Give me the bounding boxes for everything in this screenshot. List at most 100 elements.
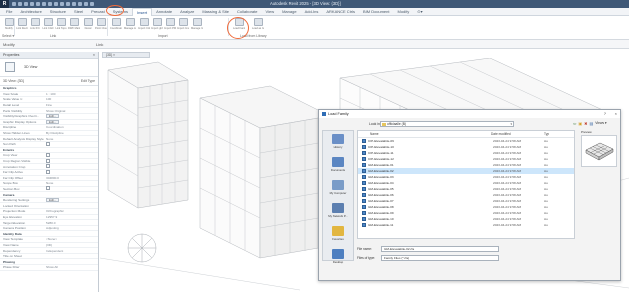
checkbox[interactable] [46,158,50,163]
back-icon[interactable]: ⇦ [573,121,576,126]
property-value[interactable]: Orthographic [46,209,98,213]
help-icon[interactable]: ? [604,111,606,116]
redo-icon[interactable] [36,2,40,6]
property-value[interactable]: None [46,137,98,141]
file-type-dropdown[interactable]: Family Files (*.rfa) [381,255,499,261]
print-icon[interactable] [42,2,46,6]
checkbox[interactable] [46,164,50,169]
section-icon[interactable] [78,2,82,6]
place-item[interactable]: Documents [323,157,353,177]
tag-icon[interactable] [60,2,64,6]
file-type: Au [544,193,548,197]
ribbon-tab[interactable]: BIM Document [359,8,393,16]
ribbon-tab[interactable]: Collaborate [233,8,261,16]
column-date[interactable]: Date modified [463,132,538,136]
place-item[interactable]: Desktop [323,249,353,269]
measure-icon[interactable] [48,2,52,6]
place-item[interactable]: History [323,134,353,154]
delete-icon[interactable]: ✖ [584,121,587,126]
dialog-close-icon[interactable]: × [615,111,617,116]
ribbon-button[interactable]: Import PDF [164,18,176,32]
checkbox[interactable] [46,152,50,157]
ribbon-tab[interactable]: Steel [70,8,87,16]
look-in-dropdown[interactable]: ufficiaalle (B) ▾ [380,121,514,127]
property-value[interactable]: {3D} [46,243,98,247]
ribbon-button[interactable]: Import CAD [138,18,150,32]
ribbon-tab[interactable]: Modify [393,8,413,16]
ribbon-button[interactable]: Coordination [110,18,122,32]
up-folder-icon[interactable]: ▣ [578,121,582,126]
ribbon-button[interactable]: Link CAD [42,18,54,32]
ribbon-tab[interactable]: File [2,8,16,16]
file-list[interactable]: Name Date modified Typ CIP-Elevatabile-0… [357,130,575,239]
property-value[interactable]: 100 [46,97,98,101]
property-value[interactable]: Show All [46,265,98,269]
property-value[interactable]: 5280.0 [46,221,98,225]
close-windows-icon[interactable] [90,2,94,6]
ribbon-button[interactable]: Link IFC [29,18,41,32]
ribbon-button[interactable]: Point Cloud [95,18,107,32]
ribbon-tab[interactable]: Massing & Site [198,8,233,16]
property-value[interactable]: Independent [46,249,98,253]
ribbon-tab[interactable]: Annotate [152,8,176,16]
type-selector[interactable]: 3D View [0,59,98,77]
property-value[interactable]: 1 : 100 [46,92,98,96]
checkbox[interactable] [46,186,50,191]
checkbox[interactable] [46,141,50,146]
dimension-icon[interactable] [54,2,58,6]
ribbon-tab[interactable]: Insert [132,7,153,16]
ribbon-button[interactable]: Import gbXML [151,18,163,32]
3d-view-icon[interactable] [72,2,76,6]
save-icon[interactable] [18,2,22,6]
property-value[interactable]: Show Original [46,109,98,113]
property-value[interactable]: Coordination [46,125,98,129]
ribbon-tab[interactable]: ARKANCE Ctrls [322,8,359,16]
ribbon-button[interactable]: Import Image [177,18,189,32]
column-type[interactable]: Typ [538,132,568,136]
ribbon-tab[interactable]: ⊙▾ [413,8,426,16]
ribbon-button[interactable]: DWF Markup [68,18,80,32]
properties-close-icon[interactable]: × [93,53,95,57]
column-name[interactable]: Name [358,132,463,136]
new-folder-icon[interactable]: ▤ [590,121,594,126]
ribbon-button[interactable]: Link Topo [55,18,67,32]
ribbon-button[interactable]: Decal [82,18,94,32]
property-value[interactable]: None [46,181,98,185]
property-value[interactable]: <None> [46,237,98,241]
ribbon-tab[interactable]: Architecture [16,8,45,16]
thin-lines-icon[interactable] [84,2,88,6]
property-value[interactable]: 304800.0 [46,176,98,180]
ribbon-button[interactable]: Manage Images [191,18,203,32]
edit-button[interactable]: Edit... [46,198,60,203]
instance-selector[interactable]: 3D View: {3D} Edit Type [0,77,98,86]
ribbon-tab[interactable]: Manage [278,8,300,16]
undo-icon[interactable] [30,2,34,6]
ribbon-button-icon [30,18,40,26]
edit-button[interactable]: Edit... [46,119,60,124]
place-item[interactable]: Favorites [323,226,353,246]
text-icon[interactable] [66,2,70,6]
checkbox[interactable] [46,169,50,174]
file-name-input[interactable]: GM-Elevatabile-02.rfa [381,246,499,252]
ribbon-button[interactable]: Load as Group [252,18,264,32]
edit-button[interactable]: Edit... [46,114,60,119]
ribbon-button[interactable]: Link Revit [16,18,28,32]
file-type: Au [544,223,548,227]
ribbon-tab[interactable]: Structure [46,8,70,16]
place-item[interactable]: My Network P... [323,203,353,223]
edit-type-button[interactable]: Edit Type [81,79,95,83]
property-value[interactable]: Fine [46,103,98,107]
property-value[interactable]: Adjusting [46,226,98,230]
ribbon-tab[interactable]: Add-Ins [301,8,323,16]
views-menu[interactable]: Views ▾ [595,121,606,126]
file-row[interactable]: GM-Elevatabile-11 2023-04-24 9:58 AM Au [358,222,574,228]
open-icon[interactable] [12,2,16,6]
property-value[interactable]: By Discipline [46,131,98,135]
sync-icon[interactable] [24,2,28,6]
ribbon-panel-label: Link [50,34,57,38]
ribbon-tab[interactable]: View [261,8,278,16]
place-item[interactable]: My Computer [323,180,353,200]
property-value[interactable]: 12957.9 [46,215,98,219]
ribbon-tab[interactable]: Analyze [176,8,198,16]
ribbon-button[interactable]: Manage Links [124,18,136,32]
